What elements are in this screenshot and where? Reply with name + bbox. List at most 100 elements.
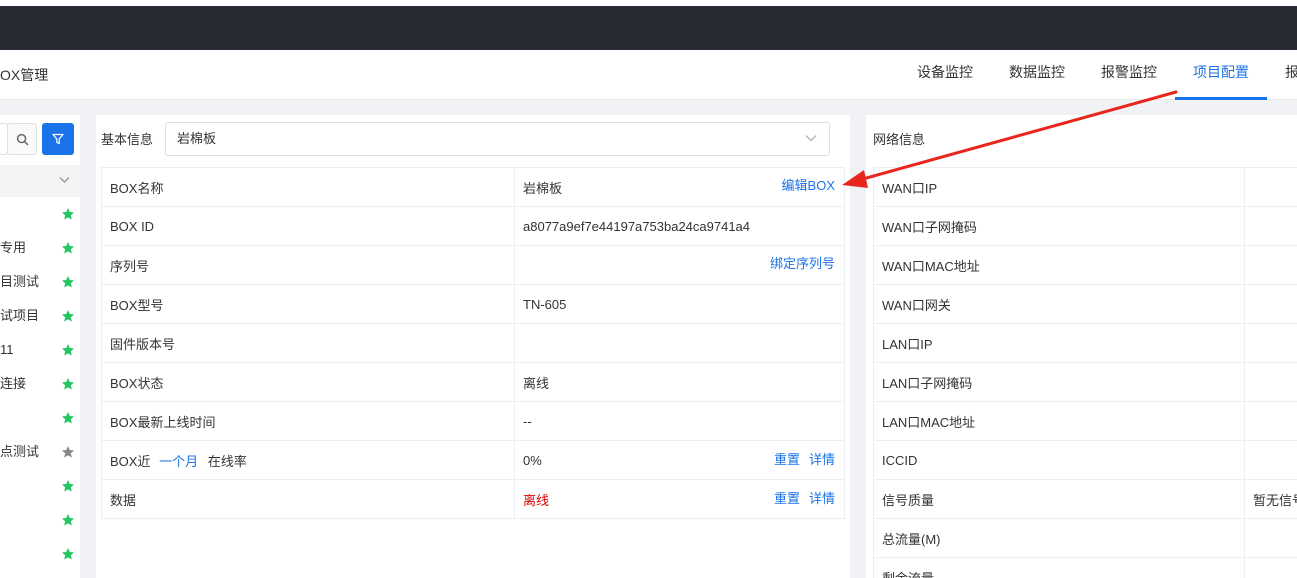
edit-box-link[interactable]: 编辑BOX xyxy=(782,175,835,194)
table-row: WAN口子网掩码 xyxy=(873,206,1297,246)
project-list-item[interactable]: 试项目 xyxy=(0,299,80,333)
project-list-item[interactable] xyxy=(0,537,80,571)
table-row: 数据 离线 重置 详情 xyxy=(101,479,845,519)
nav-tabs: 设备监控 数据监控 报警监控 项目配置 报 xyxy=(899,50,1297,100)
row-key: 数据 xyxy=(101,479,515,519)
row-value-cell: 0% 重置 详情 xyxy=(514,440,845,480)
star-icon[interactable] xyxy=(61,275,75,289)
network-value xyxy=(1244,518,1297,558)
project-list-item[interactable]: 目测试 xyxy=(0,265,80,299)
chevron-down-icon xyxy=(59,177,70,183)
table-row: BOX ID a8077a9ef7e44197a753ba24ca9741a4 xyxy=(101,206,845,246)
row-key: BOX最新上线时间 xyxy=(101,401,515,441)
network-value xyxy=(1244,206,1297,246)
network-key: LAN口子网掩码 xyxy=(873,362,1245,402)
details-link[interactable]: 详情 xyxy=(809,491,835,506)
project-list-item[interactable] xyxy=(0,503,80,537)
row-key: BOX ID xyxy=(101,206,515,246)
project-sidebar: 专用目测试试项目 11 连接点测试 xyxy=(0,115,80,578)
network-value xyxy=(1244,167,1297,207)
table-row: WAN口网关 xyxy=(873,284,1297,324)
project-list-item[interactable] xyxy=(0,469,80,503)
table-row: ICCID xyxy=(873,440,1297,480)
tab-alarm-monitor[interactable]: 报警监控 xyxy=(1083,50,1175,100)
star-icon[interactable] xyxy=(61,343,75,357)
basic-info-label: 基本信息 xyxy=(101,132,154,147)
row-key: 固件版本号 xyxy=(101,323,515,363)
project-name: 试项目 xyxy=(0,308,40,323)
network-key: WAN口网关 xyxy=(873,284,1245,324)
table-row: BOX状态 离线 xyxy=(101,362,845,402)
search-button[interactable] xyxy=(7,123,37,155)
project-name: 连接 xyxy=(0,376,27,391)
table-row: WAN口MAC地址 xyxy=(873,245,1297,285)
row-key: BOX型号 xyxy=(101,284,515,324)
row-key: BOX名称 xyxy=(101,167,515,207)
network-value xyxy=(1244,323,1297,363)
details-link[interactable]: 详情 xyxy=(809,452,835,467)
network-key: ICCID xyxy=(873,440,1245,480)
star-icon[interactable] xyxy=(61,241,75,255)
network-info-card: 网络信息 WAN口IP WAN口子网掩码 WAN口MAC地址 WAN口网关 LAN口IP… xyxy=(866,115,1297,578)
project-list-item[interactable]: 11 xyxy=(0,333,80,367)
tab-project-config[interactable]: 项目配置 xyxy=(1175,50,1267,100)
project-list-item[interactable] xyxy=(0,401,80,435)
row-value: 岩棉板 xyxy=(523,180,563,196)
bind-serial-link[interactable]: 绑定序列号 xyxy=(770,253,835,272)
star-icon[interactable] xyxy=(61,445,75,459)
project-list-item[interactable] xyxy=(0,197,80,231)
top-bar xyxy=(0,0,1297,50)
project-name: 11 xyxy=(0,342,14,357)
row-value: a8077a9ef7e44197a753ba24ca9741a4 xyxy=(514,206,845,246)
star-icon[interactable] xyxy=(61,377,75,391)
row-value: -- xyxy=(514,401,845,441)
star-icon[interactable] xyxy=(61,479,75,493)
star-icon[interactable] xyxy=(61,513,75,527)
status-value: 离线 xyxy=(514,362,845,402)
star-icon[interactable] xyxy=(61,547,75,561)
project-group-header[interactable] xyxy=(0,165,80,197)
tab-report[interactable]: 报 xyxy=(1267,50,1297,100)
network-key: LAN口MAC地址 xyxy=(873,401,1245,441)
star-icon[interactable] xyxy=(61,309,75,323)
row-key-cell: BOX近 一个月 在线率 xyxy=(101,440,515,480)
box-select[interactable]: 岩棉板 xyxy=(165,122,830,156)
table-row: 信号质量暂无信号 xyxy=(873,479,1297,519)
filter-icon xyxy=(52,133,64,145)
project-list-item[interactable]: 连接 xyxy=(0,367,80,401)
network-value xyxy=(1244,557,1297,578)
reset-link[interactable]: 重置 xyxy=(774,452,800,467)
network-key: LAN口IP xyxy=(873,323,1245,363)
project-name: 专用 xyxy=(0,240,27,255)
table-row: LAN口子网掩码 xyxy=(873,362,1297,402)
star-icon[interactable] xyxy=(61,411,75,425)
table-row: BOX最新上线时间 -- xyxy=(101,401,845,441)
star-icon[interactable] xyxy=(61,207,75,221)
table-row: BOX名称 岩棉板 编辑BOX xyxy=(101,167,845,207)
row-key-suffix: 在线率 xyxy=(207,453,247,469)
project-list: 专用目测试试项目 11 连接点测试 xyxy=(0,197,80,571)
row-value: TN-605 xyxy=(514,284,845,324)
network-value xyxy=(1244,362,1297,402)
project-list-item[interactable]: 专用 xyxy=(0,231,80,265)
network-key: 剩余流量 xyxy=(873,557,1245,578)
nav-bar: OX管理 设备监控 数据监控 报警监控 项目配置 报 xyxy=(0,50,1297,100)
reset-link[interactable]: 重置 xyxy=(774,491,800,506)
project-name: 点测试 xyxy=(0,444,40,459)
row-actions: 重置 详情 xyxy=(765,449,835,468)
project-name: 目测试 xyxy=(0,274,40,289)
table-row: WAN口IP xyxy=(873,167,1297,207)
period-link[interactable]: 一个月 xyxy=(159,454,198,469)
table-row: 剩余流量 xyxy=(873,557,1297,578)
network-value: 暂无信号 xyxy=(1244,479,1297,519)
network-key: WAN口子网掩码 xyxy=(873,206,1245,246)
network-value xyxy=(1244,245,1297,285)
network-value xyxy=(1244,401,1297,441)
tab-data-monitor[interactable]: 数据监控 xyxy=(991,50,1083,100)
network-key: WAN口MAC地址 xyxy=(873,245,1245,285)
row-value-cell: 岩棉板 编辑BOX xyxy=(514,167,845,207)
network-info-label: 网络信息 xyxy=(873,132,926,147)
filter-button[interactable] xyxy=(42,123,74,155)
tab-device-monitor[interactable]: 设备监控 xyxy=(899,50,991,100)
project-list-item[interactable]: 点测试 xyxy=(0,435,80,469)
